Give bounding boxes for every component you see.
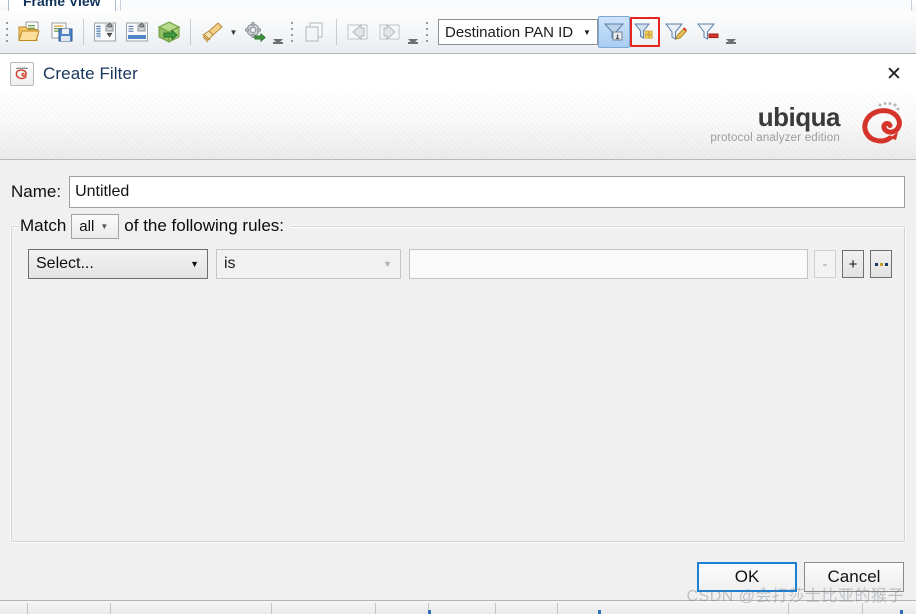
arrow-back-icon xyxy=(345,21,371,43)
match-suffix-label: of the following rules: xyxy=(124,216,284,235)
toolbar-overflow-1[interactable] xyxy=(271,16,285,48)
navigate-forward-button[interactable] xyxy=(374,16,406,48)
clear-dropdown-caret[interactable]: ▼ xyxy=(228,18,239,46)
background-table-header xyxy=(0,600,916,614)
save-disk-icon xyxy=(50,21,74,43)
cancel-button[interactable]: Cancel xyxy=(804,562,904,592)
name-label: Name: xyxy=(11,182,62,201)
rule-operator-select[interactable]: is ▼ xyxy=(216,249,401,279)
apply-filter-button[interactable] xyxy=(598,16,630,48)
export-package-button[interactable] xyxy=(153,16,185,48)
dialog-titlebar: Create Filter ✕ xyxy=(0,54,916,94)
chevron-down-icon: ▼ xyxy=(190,259,199,269)
more-options-button[interactable] xyxy=(870,250,892,278)
filter-remove-icon xyxy=(697,22,719,42)
clear-button[interactable] xyxy=(196,16,228,48)
rule-operator-value: is xyxy=(224,255,236,272)
open-folder-icon xyxy=(18,21,42,43)
remove-rule-button[interactable]: - xyxy=(814,250,836,278)
create-filter-button[interactable] xyxy=(630,17,660,47)
filter-selector-value: Destination PAN ID xyxy=(445,23,574,41)
toolbar-overflow-2[interactable] xyxy=(406,16,420,48)
name-row: Name: Untitled xyxy=(0,160,916,208)
close-icon[interactable]: ✕ xyxy=(880,60,908,88)
rules-group: Match all ▼ of the following rules: Sele… xyxy=(11,213,905,542)
lock-columns-select-button[interactable] xyxy=(121,16,153,48)
tab-frame-view[interactable]: Frame View xyxy=(8,0,116,11)
dialog-banner: ubiqua protocol analyzer edition xyxy=(0,94,916,160)
ubiqua-logo: ubiqua protocol analyzer edition xyxy=(710,100,902,148)
match-legend: Match all ▼ of the following rules: xyxy=(20,213,290,239)
ellipsis-icon xyxy=(874,262,888,266)
dialog-body: Name: Untitled Match all ▼ of the follow… xyxy=(0,160,916,600)
toolbar-grip-1[interactable] xyxy=(3,18,12,46)
toolbar-separator-1 xyxy=(83,19,84,45)
tab-strip-empty-area xyxy=(120,0,912,11)
refresh-settings-button[interactable] xyxy=(239,16,271,48)
remove-filter-button[interactable] xyxy=(692,16,724,48)
main-toolbar: ▼ Destination PAN ID ▼ xyxy=(0,11,916,54)
edit-filter-button[interactable] xyxy=(660,16,692,48)
logo-wordmark: ubiqua xyxy=(757,102,841,132)
list-lock-select-icon xyxy=(125,21,149,43)
copy-pages-icon xyxy=(303,21,327,43)
copy-button[interactable] xyxy=(299,16,331,48)
toolbar-overflow-3[interactable] xyxy=(724,16,738,48)
filter-create-icon xyxy=(10,62,34,86)
logo-tagline: protocol analyzer edition xyxy=(710,132,840,144)
arrow-forward-icon xyxy=(377,21,403,43)
chevron-down-icon[interactable]: ▼ xyxy=(577,20,597,44)
dialog-footer: OK Cancel xyxy=(0,552,916,600)
filter-new-icon xyxy=(634,22,656,42)
list-lock-down-icon xyxy=(93,21,117,43)
filter-edit-icon xyxy=(665,22,687,42)
gear-refresh-icon xyxy=(243,21,267,43)
rule-field-value: Select... xyxy=(36,255,94,272)
chevron-down-icon: ▼ xyxy=(383,259,392,269)
open-capture-button[interactable] xyxy=(14,16,46,48)
filter-apply-icon xyxy=(603,22,625,42)
toolbar-separator-2 xyxy=(190,19,191,45)
create-filter-dialog: Create Filter ✕ ubiqua protocol analyzer… xyxy=(0,53,916,601)
add-rule-button[interactable]: + xyxy=(842,250,864,278)
screen-root: Frame View ▼ Destination PAN ID ▼ Create… xyxy=(0,0,916,614)
tab-strip: Frame View xyxy=(0,0,916,11)
save-capture-button[interactable] xyxy=(46,16,78,48)
chevron-down-icon: ▼ xyxy=(100,221,109,231)
toolbar-grip-2[interactable] xyxy=(288,18,297,46)
match-mode-select[interactable]: all ▼ xyxy=(71,213,120,239)
filter-name-input[interactable]: Untitled xyxy=(69,176,905,208)
navigate-back-button[interactable] xyxy=(342,16,374,48)
lock-columns-down-button[interactable] xyxy=(89,16,121,48)
toolbar-separator-3 xyxy=(336,19,337,45)
ubiqua-mark-icon xyxy=(846,100,902,148)
filter-selector-combo[interactable]: Destination PAN ID ▼ xyxy=(438,19,598,45)
toolbar-grip-3[interactable] xyxy=(423,18,432,46)
rule-field-select[interactable]: Select... ▼ xyxy=(28,249,208,279)
broom-icon xyxy=(200,21,224,43)
match-mode-value: all xyxy=(79,217,95,235)
green-package-export-icon xyxy=(156,21,182,43)
dialog-title: Create Filter xyxy=(43,64,138,83)
match-prefix-label: Match xyxy=(20,216,67,235)
rule-value-input[interactable] xyxy=(409,249,808,279)
ok-button[interactable]: OK xyxy=(697,562,797,592)
